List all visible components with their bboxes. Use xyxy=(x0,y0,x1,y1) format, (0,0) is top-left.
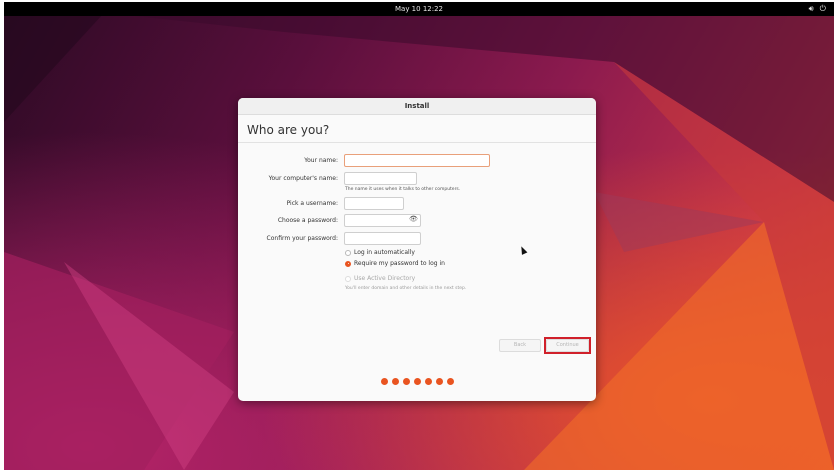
checkbox-disabled-icon xyxy=(345,275,351,282)
installer-window: Install Who are you? Your name: Your com… xyxy=(238,98,596,401)
your-name-input[interactable] xyxy=(344,154,490,167)
password-label: Choose a password: xyxy=(277,217,338,224)
computer-name-hint: The name it uses when it talks to other … xyxy=(345,187,461,192)
divider xyxy=(238,142,596,143)
clock[interactable]: May 10 12:22 xyxy=(4,2,834,16)
login-automatically-label: Log in automatically xyxy=(354,249,415,256)
progress-dot xyxy=(402,378,410,385)
confirm-password-label: Confirm your password: xyxy=(266,235,338,242)
radio-unchecked-icon[interactable] xyxy=(345,249,351,256)
page-title: Who are you? xyxy=(247,123,330,137)
continue-highlight xyxy=(544,337,591,354)
computer-name-input[interactable] xyxy=(344,172,417,185)
progress-dot xyxy=(446,378,454,385)
login-automatically-option[interactable]: Log in automatically xyxy=(345,249,415,256)
progress-dot xyxy=(435,378,443,385)
back-button[interactable]: Back xyxy=(499,339,541,352)
progress-dot xyxy=(424,378,432,385)
speaker-icon[interactable]: 🔊︎ xyxy=(809,2,814,16)
username-input[interactable] xyxy=(344,197,404,210)
progress-dot xyxy=(380,378,388,385)
require-password-label: Require my password to log in xyxy=(354,260,445,267)
computer-name-label: Your computer's name: xyxy=(268,175,338,182)
active-directory-option: Use Active Directory xyxy=(345,275,415,282)
require-password-option[interactable]: Require my password to log in xyxy=(345,260,445,267)
your-name-label: Your name: xyxy=(304,157,338,164)
progress-dot xyxy=(391,378,399,385)
progress-dots xyxy=(238,378,596,385)
window-title: Install xyxy=(238,98,596,115)
active-directory-hint: You'll enter domain and other details in… xyxy=(345,286,467,291)
progress-dot xyxy=(413,378,421,385)
radio-checked-icon[interactable] xyxy=(345,260,351,267)
power-icon[interactable]: ⏻ xyxy=(820,2,826,16)
username-label: Pick a username: xyxy=(286,200,338,207)
confirm-password-input[interactable] xyxy=(344,232,421,245)
system-tray[interactable]: 🔊︎ ⏻ xyxy=(809,2,826,16)
top-bar: May 10 12:22 🔊︎ ⏻ xyxy=(4,2,834,16)
active-directory-label: Use Active Directory xyxy=(354,275,416,282)
desktop: May 10 12:22 🔊︎ ⏻ Install Who are you? Y… xyxy=(4,2,834,470)
show-password-icon[interactable]: 👁︎ xyxy=(409,215,418,223)
